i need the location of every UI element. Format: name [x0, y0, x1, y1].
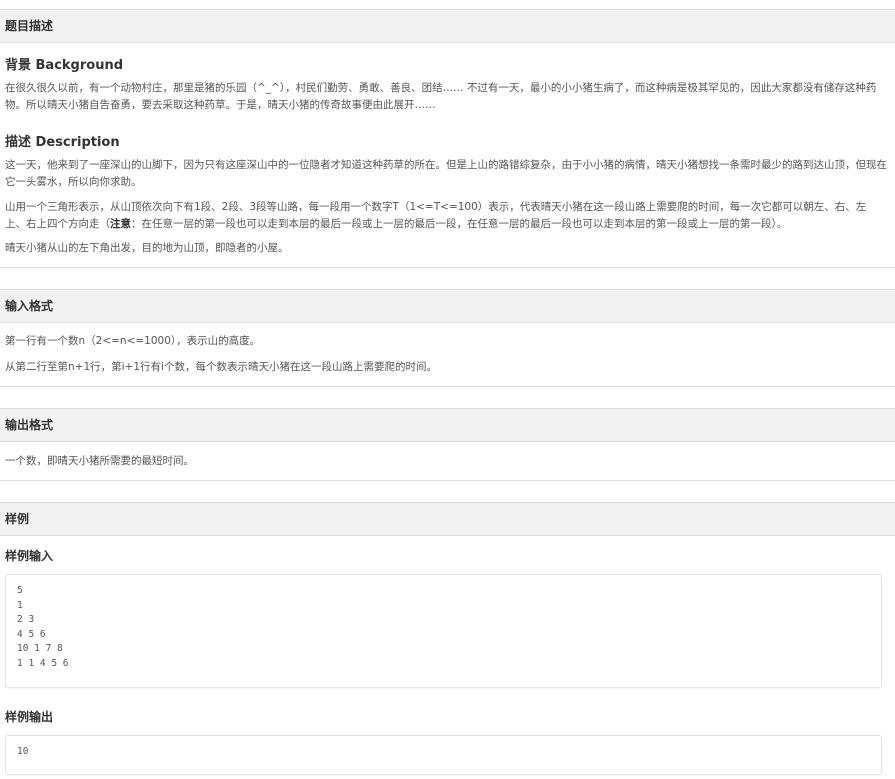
description-paragraph-2: 山用一个三角形表示，从山顶依次向下有1段、2段、3段等山路，每一段用一个数字T（…: [5, 199, 887, 233]
description-paragraph-3: 晴天小猪从山的左下角出发，目的地为山顶，即隐者的小屋。: [5, 242, 289, 254]
panel-title-input-format: 输入格式: [0, 290, 895, 323]
input-format-line-2: 从第二行至第n+1行，第i+1行有i个数，每个数表示晴天小猪在这一段山路上需要爬…: [5, 361, 437, 373]
sample-input-code[interactable]: 5 1 2 3 4 5 6 10 1 7 8 1 1 4 5 6: [6, 575, 881, 671]
output-format-line-1: 一个数，即晴天小猪所需要的最短时间。: [5, 455, 194, 467]
background-text: 在很久很久以前，有一个动物村庄，那里是猪的乐园（^_^），村民们勤劳、勇敢、善良…: [5, 82, 877, 111]
sample-input-heading: 样例输入: [5, 549, 54, 563]
sample-input-box[interactable]: 5 1 2 3 4 5 6 10 1 7 8 1 1 4 5 6: [5, 574, 882, 688]
sample-output-code[interactable]: 10: [6, 736, 881, 760]
background-heading: 背景 Background: [5, 58, 124, 73]
panel-title-problem: 题目描述: [0, 10, 895, 43]
input-format-line-1: 第一行有一个数n（2<=n<=1000），表示山的高度。: [5, 335, 261, 347]
panel-title-sample: 样例: [0, 503, 895, 536]
panel-title-output-format: 输出格式: [0, 409, 895, 442]
sample-output-heading: 样例输出: [5, 710, 54, 724]
description-p2-note: 注意: [110, 218, 131, 230]
description-heading: 描述 Description: [5, 135, 120, 150]
description-paragraph-1: 这一天，他来到了一座深山的山脚下，因为只有这座深山中的一位隐者才知道这种药草的所…: [5, 159, 887, 188]
sample-output-box[interactable]: 10: [5, 735, 882, 775]
output-format-panel: 输出格式: [0, 408, 895, 481]
description-p2-after: ：在任意一层的第一段也可以走到本层的最后一段或上一层的最后一段，在任意一层的最后…: [131, 218, 788, 230]
